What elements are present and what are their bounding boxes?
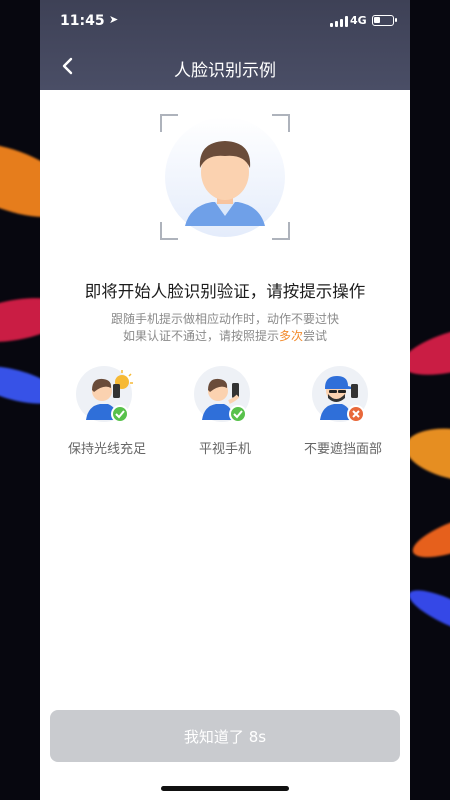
tip-label: 保持光线充足	[67, 442, 146, 457]
good-lighting-icon	[76, 366, 138, 428]
signal-icon	[330, 16, 348, 27]
tip-label: 平视手机	[198, 442, 251, 457]
level-phone-icon	[194, 366, 256, 428]
status-bar: 11:45 ➤ 4G	[40, 0, 410, 44]
tip-label: 不要遮挡面部	[303, 442, 382, 457]
status-time: 11:45	[60, 13, 105, 29]
phone-screen: 11:45 ➤ 4G 人脸识别示例 即将开始人脸识别验证，请按提示操作 跟随手机…	[40, 0, 410, 800]
tip-no-face-cover: 不要遮挡面部	[288, 366, 398, 457]
network-type: 4G	[350, 14, 367, 27]
instruction-heading: 即将开始人脸识别验证，请按提示操作	[84, 282, 366, 301]
instruction-line-2: 如果认证不通过，请按照提示多次尝试	[122, 329, 328, 343]
home-indicator	[161, 786, 289, 791]
page-title: 人脸识别示例	[174, 61, 276, 81]
face-example-illustration	[160, 114, 290, 240]
face-avatar-icon	[165, 117, 285, 237]
location-arrow-icon: ➤	[109, 13, 119, 26]
tip-good-lighting: 保持光线充足	[52, 366, 162, 457]
attempts-highlight: 多次	[278, 329, 303, 343]
acknowledge-button[interactable]: 我知道了 8s	[50, 710, 400, 762]
face-covered-icon	[312, 366, 374, 428]
battery-icon	[372, 15, 397, 26]
instruction-line-1: 跟随手机提示做相应动作时，动作不要过快	[110, 312, 339, 326]
nav-header: 11:45 ➤ 4G 人脸识别示例	[40, 0, 410, 90]
tip-level-phone: 平视手机	[170, 366, 280, 457]
